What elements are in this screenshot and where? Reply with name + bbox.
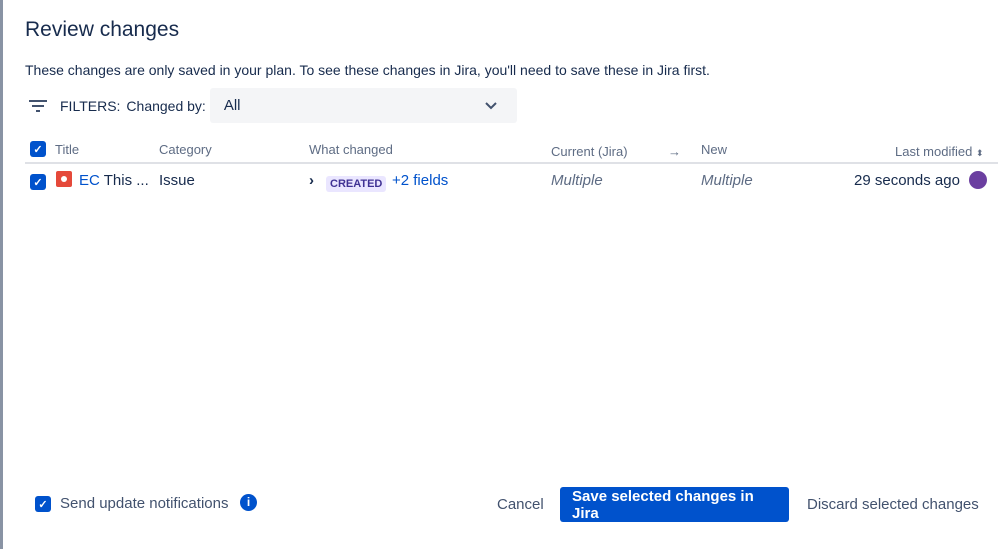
send-notifications-label: Send update notifications bbox=[60, 495, 229, 512]
table-row: ✓ EC This ... Issue › CREATED +2 fields … bbox=[25, 168, 998, 194]
issue-key: EC bbox=[79, 172, 100, 189]
row-current: Multiple bbox=[551, 172, 603, 189]
save-in-jira-button[interactable]: Save selected changes in Jira bbox=[560, 487, 789, 522]
dialog-footer: ✓ Send update notifications i Cancel Sav… bbox=[0, 487, 998, 523]
arrow-right-icon: → bbox=[668, 144, 681, 159]
filters-label: FILTERS: bbox=[60, 97, 121, 114]
filter-icon bbox=[29, 99, 47, 112]
header-title: Title bbox=[55, 142, 80, 157]
changed-by-select[interactable]: All bbox=[209, 88, 517, 123]
header-current: Current (Jira) bbox=[551, 144, 628, 159]
issue-title-link[interactable]: EC This ... bbox=[79, 172, 149, 189]
row-new: Multiple bbox=[701, 172, 753, 189]
created-lozenge-text: CREATED bbox=[326, 176, 387, 192]
header-last-modified[interactable]: Last modified ⬍ bbox=[895, 144, 984, 159]
sort-icon: ⬍ bbox=[975, 148, 984, 158]
dialog-title: Review changes bbox=[25, 18, 180, 41]
chevron-down-icon bbox=[485, 101, 497, 109]
row-last-modified: 29 seconds ago bbox=[854, 172, 960, 189]
cancel-button[interactable]: Cancel bbox=[485, 487, 556, 522]
fields-link[interactable]: +2 fields bbox=[392, 172, 448, 189]
header-category: Category bbox=[159, 142, 212, 157]
header-new: New bbox=[701, 142, 728, 157]
filters-bar: FILTERS: Changed by: All bbox=[28, 88, 517, 123]
created-lozenge: CREATED bbox=[326, 174, 387, 192]
issue-title: This ... bbox=[103, 172, 149, 189]
bug-icon bbox=[56, 171, 72, 187]
send-notifications-checkbox[interactable]: ✓ bbox=[35, 496, 51, 512]
background-edge bbox=[0, 0, 3, 549]
row-category: Issue bbox=[159, 172, 195, 189]
dialog-description: These changes are only saved in your pla… bbox=[25, 62, 710, 78]
expand-chevron-icon[interactable]: › bbox=[309, 172, 314, 189]
table-header: ✓ Title Category What changed Current (J… bbox=[25, 138, 998, 164]
header-last-modified-label: Last modified bbox=[895, 144, 973, 159]
header-what-changed: What changed bbox=[309, 142, 393, 157]
changed-by-label: Changed by: bbox=[126, 97, 206, 114]
discard-button[interactable]: Discard selected changes bbox=[795, 487, 991, 522]
user-avatar bbox=[969, 171, 987, 189]
changed-by-value: All bbox=[223, 97, 241, 114]
info-icon[interactable]: i bbox=[240, 494, 257, 511]
select-all-checkbox[interactable]: ✓ bbox=[30, 141, 46, 157]
row-checkbox[interactable]: ✓ bbox=[30, 174, 46, 190]
